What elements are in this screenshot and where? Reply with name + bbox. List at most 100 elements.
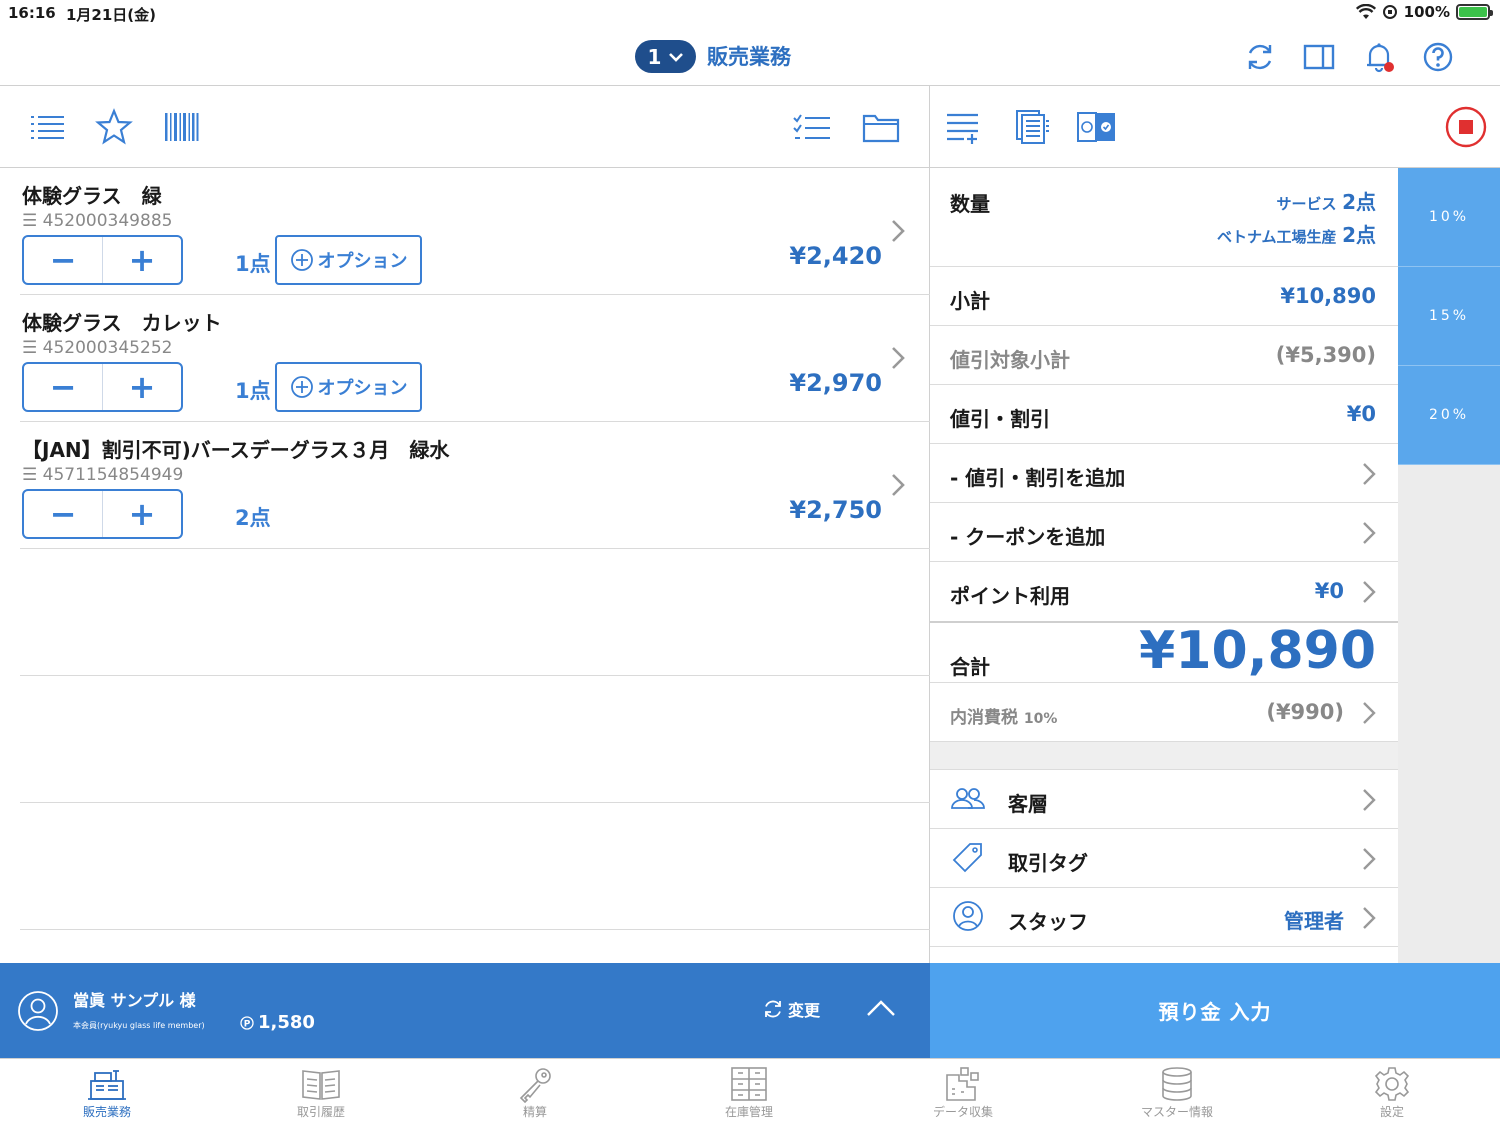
discount-row: 値引・割引 ¥0 [930,385,1398,444]
register-icon [88,1070,126,1100]
customer-layer-row[interactable]: 客層 [930,770,1398,829]
register-selector[interactable]: 1 [635,40,696,73]
tab-label: 設定 [1379,1105,1404,1119]
list-icon[interactable] [28,108,68,146]
battery-icon [1456,4,1493,20]
decrement-button[interactable]: − [24,364,103,410]
quantity-label: 数量 [950,192,990,216]
discount-label: 値引・割引 [950,407,1050,431]
tab-label: 販売業務 [82,1105,131,1119]
staff-value: 管理者 [1284,909,1344,933]
chevron-right-icon [1363,848,1376,870]
item-list: 体験グラス 緑 ☰ 452000349885 − + 1点 オプション ¥2,4… [0,168,930,963]
tax-row[interactable]: 内消費税 10% (¥990) [930,683,1398,742]
item-name: 体験グラス カレット [22,311,222,335]
chevron-right-icon[interactable] [890,345,906,371]
page-title: 販売業務 [707,45,791,69]
quantity-stepper: − + [22,489,183,539]
member-points: P 1,580 [240,1012,315,1033]
item-price: ¥2,750 [789,496,882,524]
chevron-up-icon[interactable] [866,999,896,1017]
item-price: ¥2,420 [789,242,882,270]
staff-icon [953,901,983,931]
option-label: オプション [317,378,408,399]
list-item[interactable]: 体験グラス カレット ☰ 452000345252 − + 1点 オプション ¥… [20,295,930,422]
history-icon [302,1070,340,1100]
tab-settlement[interactable]: 精算 [465,1065,605,1125]
trade-tag-label: 取引タグ [1008,851,1088,875]
increment-button[interactable]: + [103,364,181,410]
discount-target-value: (¥5,390) [1275,343,1376,367]
increment-button[interactable]: + [103,491,181,537]
barcode-icon[interactable] [162,108,202,146]
tab-label: 精算 [522,1105,547,1119]
folder-icon[interactable] [861,108,901,146]
wifi-icon [1355,4,1376,19]
points-value: ¥0 [1314,579,1344,603]
decrement-button[interactable]: − [24,491,103,537]
avatar-icon [18,991,58,1031]
bell-icon[interactable] [1362,40,1396,74]
tab-settings[interactable]: 設定 [1322,1065,1462,1125]
increment-button[interactable]: + [103,237,181,283]
tab-sales[interactable]: 販売業務 [37,1065,177,1125]
tab-label: 取引履歴 [296,1105,345,1119]
chevron-right-icon [1363,581,1376,603]
decrement-button[interactable]: − [24,237,103,283]
checklist-icon[interactable] [792,108,832,146]
discount-target-label: 値引対象小計 [950,348,1070,372]
chevron-right-icon[interactable] [890,218,906,244]
quantity-stepper: − + [22,362,183,412]
empty-row [20,676,930,803]
help-icon[interactable] [1421,40,1455,74]
total-label: 合計 [950,655,990,679]
split-view-icon[interactable] [1302,40,1336,74]
plus-circle-icon [290,249,313,271]
option-button[interactable]: オプション [275,362,422,412]
member-bar[interactable]: 當眞 サンプル 様 本会員(ryukyu glass life member) … [0,963,930,1058]
chevron-down-icon [669,52,684,62]
add-coupon-row[interactable]: - クーポンを追加 [930,503,1398,562]
option-button[interactable]: オプション [275,235,422,285]
chevron-right-icon[interactable] [890,472,906,498]
inventory-icon [731,1067,767,1101]
item-name: 【JAN】割引不可)バースデーグラス３月 緑水 [22,438,450,462]
item-toolbar [0,86,930,168]
star-icon[interactable] [94,108,134,146]
tab-history[interactable]: 取引履歴 [251,1065,391,1125]
item-code: ☰ 452000349885 [22,211,173,231]
rate-button-20[interactable]: 20% [1398,366,1500,465]
rate-button-15[interactable]: 15% [1398,267,1500,366]
deposit-input-button[interactable]: 預り金 入力 [930,963,1500,1058]
plus-circle-icon [290,376,313,398]
key-icon [519,1068,551,1103]
database-icon [1162,1067,1192,1101]
list-item[interactable]: 【JAN】割引不可)バースデーグラス３月 緑水 ☰ 4571154854949 … [20,422,930,549]
member-name: 當眞 サンプル 様 [73,991,196,1010]
empty-row [20,549,930,676]
refresh-icon[interactable] [1243,40,1277,74]
chevron-right-icon [1363,522,1376,544]
rate-button-10[interactable]: 10% [1398,168,1500,267]
member-change-button[interactable]: 変更 [762,997,820,1021]
tab-inventory[interactable]: 在庫管理 [679,1065,819,1125]
quantity-stepper: − + [22,235,183,285]
status-right: 100% [1355,3,1493,21]
chevron-right-icon [1363,463,1376,485]
points-label: ポイント利用 [950,584,1070,608]
tab-label: 在庫管理 [724,1105,773,1119]
item-quantity: 1点 [235,379,271,403]
svg-text:P: P [244,1019,251,1029]
documents-icon[interactable] [1011,108,1051,146]
toggle-check-icon[interactable] [1076,108,1116,146]
staff-row[interactable]: スタッフ 管理者 [930,888,1398,947]
list-add-icon[interactable] [944,108,984,146]
trade-tag-row[interactable]: 取引タグ [930,829,1398,888]
qty-service: サービス 2点 [1276,190,1376,214]
stop-icon[interactable] [1445,106,1487,148]
points-row[interactable]: ポイント利用 ¥0 [930,562,1398,623]
tab-data-collection[interactable]: データ収集 [893,1065,1033,1125]
add-discount-row[interactable]: - 値引・割引を追加 [930,444,1398,503]
tab-master-info[interactable]: マスター情報 [1107,1065,1247,1125]
list-item[interactable]: 体験グラス 緑 ☰ 452000349885 − + 1点 オプション ¥2,4… [20,168,930,295]
